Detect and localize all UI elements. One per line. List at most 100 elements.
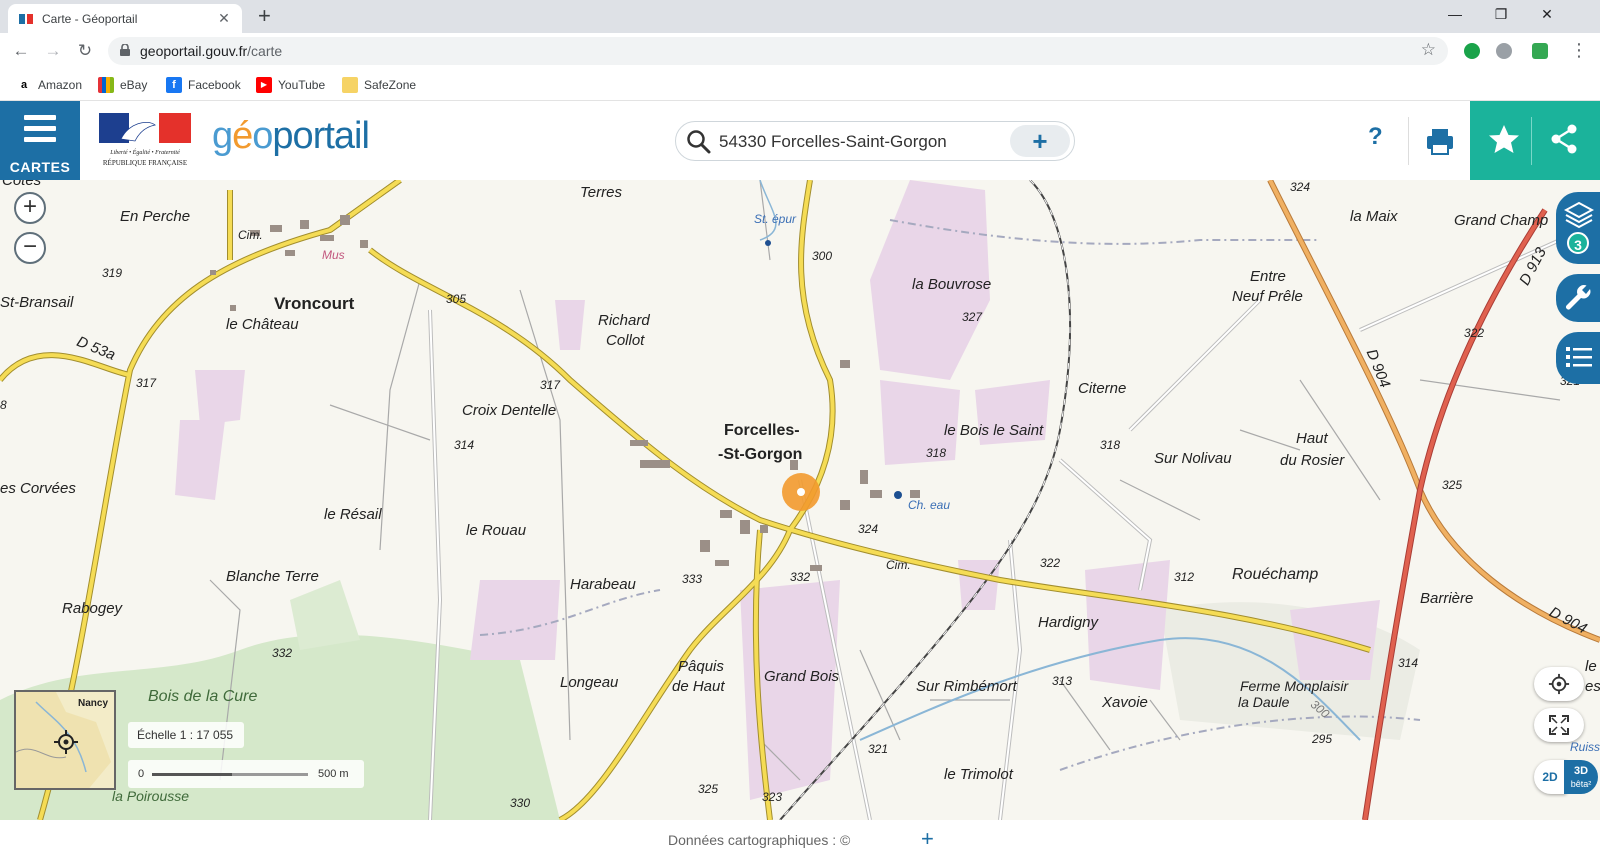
minimap-city-label: Nancy — [78, 698, 109, 709]
zoom-in-button[interactable]: + — [14, 192, 46, 224]
map-label: es Corvées — [0, 480, 76, 497]
cartes-menu-button[interactable]: CARTES — [0, 101, 80, 180]
tools-button[interactable] — [1556, 274, 1600, 322]
map-label: Barrière — [1420, 590, 1474, 607]
layers-tool-button[interactable]: 3 — [1556, 192, 1600, 264]
map-label: -St-Gorgon — [718, 446, 803, 463]
extension-shield-icon[interactable] — [1532, 43, 1548, 59]
bookmark-amazon[interactable]: a Amazon — [16, 76, 82, 94]
scale-bar-end: 500 m — [318, 768, 349, 780]
extension-ad-icon[interactable] — [1464, 43, 1480, 59]
map-label: Hardigny — [1038, 614, 1099, 631]
map-label: Ruiss — [1570, 740, 1600, 754]
search-advanced-button[interactable]: + — [1010, 125, 1070, 157]
map-label: Croix Dentelle — [462, 402, 557, 419]
search-input[interactable]: 54330 Forcelles-Saint-Gorgon — [719, 132, 947, 152]
svg-text:Liberté • Égalité • Fraternité: Liberté • Égalité • Fraternité — [109, 148, 180, 156]
bookmark-safezone[interactable]: SafeZone — [342, 76, 416, 94]
view-3d-button[interactable]: 3D bêta² — [1564, 760, 1598, 794]
map-label: 332 — [790, 570, 811, 584]
geoportail-favicon-icon — [19, 13, 33, 24]
new-tab-button[interactable]: + — [258, 4, 271, 28]
map-label: Entre — [1250, 268, 1286, 285]
fullscreen-icon — [1549, 715, 1569, 735]
map-label: es — [1585, 678, 1600, 695]
map-canvas[interactable]: Terres St. épur 300 324 la Maix Grand Ch… — [0, 180, 1600, 820]
bookmark-label: Facebook — [188, 78, 241, 92]
window-maximize-button[interactable]: ❐ — [1478, 6, 1524, 23]
fullscreen-button[interactable] — [1534, 708, 1584, 742]
url-text: geoportail.gouv.fr/carte — [140, 43, 282, 59]
folder-icon — [342, 77, 358, 93]
share-icon[interactable] — [1544, 119, 1584, 159]
map-label: 314 — [1398, 656, 1419, 670]
url-bar[interactable]: geoportail.gouv.fr/carte ☆ — [108, 37, 1448, 65]
logo-portail-part: portail — [272, 115, 369, 157]
location-marker[interactable] — [782, 473, 820, 511]
map-label: 312 — [1174, 570, 1195, 584]
reload-button[interactable]: ↻ — [74, 40, 96, 62]
help-button[interactable]: ? — [1368, 123, 1383, 151]
map-label: du Rosier — [1280, 452, 1345, 469]
url-domain: geoportail.gouv.fr — [140, 43, 248, 59]
search-bar[interactable]: 54330 Forcelles-Saint-Gorgon + — [675, 121, 1075, 161]
map-label: Vroncourt — [274, 294, 355, 313]
map-label: 332 — [272, 646, 293, 660]
window-minimize-button[interactable]: — — [1432, 6, 1478, 22]
map-label: Xavoie — [1102, 694, 1148, 711]
browser-tab[interactable]: Carte - Géoportail ✕ — [8, 4, 242, 33]
map-label: 8 — [0, 398, 7, 412]
map-label: 321 — [868, 742, 889, 756]
map-label: Grand Bois — [764, 668, 840, 685]
bookmark-facebook[interactable]: f Facebook — [166, 76, 241, 94]
view-3d-beta-label: bêta² — [1570, 779, 1592, 789]
geolocate-button[interactable] — [1534, 667, 1584, 701]
overview-minimap[interactable]: Nancy — [14, 690, 116, 790]
bookmark-ebay[interactable]: eBay — [98, 76, 147, 94]
map-label: 317 — [540, 378, 561, 392]
legend-list-button[interactable] — [1556, 332, 1600, 384]
map-label: 323 — [762, 790, 783, 804]
forward-button[interactable]: → — [42, 40, 64, 62]
tab-close-icon[interactable]: ✕ — [216, 10, 232, 27]
map-label: Rouéchamp — [1232, 566, 1319, 583]
map-label: St. épur — [754, 212, 797, 226]
view-mode-toggle[interactable]: 2D 3D bêta² — [1534, 760, 1598, 794]
map-label: Blanche Terre — [226, 568, 319, 585]
window-close-button[interactable]: ✕ — [1524, 6, 1570, 23]
scale-bar-line-dark — [152, 773, 232, 776]
geoportail-logo[interactable]: géoportail — [212, 115, 370, 158]
map-label: 319 — [102, 266, 123, 280]
browser-menu-icon[interactable]: ⋮ — [1570, 40, 1588, 61]
logo-geo-part: géo — [212, 115, 273, 157]
bookmark-label: eBay — [120, 78, 148, 92]
target-locate-icon — [54, 730, 78, 754]
back-button[interactable]: ← — [10, 40, 32, 62]
extension-drive-icon[interactable] — [1496, 43, 1512, 59]
zoom-out-button[interactable]: − — [14, 232, 46, 264]
cartes-label: CARTES — [9, 159, 71, 175]
map-label: Cim. — [886, 558, 911, 572]
map-label: 333 — [682, 572, 703, 586]
print-icon[interactable] — [1420, 121, 1460, 161]
map-label: Citerne — [1078, 380, 1127, 397]
map-label: 305 — [446, 292, 467, 306]
star-favorite-icon[interactable] — [1484, 119, 1524, 159]
crosshair-icon — [1548, 673, 1570, 695]
search-icon[interactable] — [686, 129, 712, 155]
scale-bar-start: 0 — [138, 768, 145, 780]
map-label: 324 — [858, 522, 879, 536]
bookmark-star-icon[interactable]: ☆ — [1421, 40, 1436, 60]
map-label: 300 — [812, 249, 833, 263]
bookmark-youtube[interactable]: ▶ YouTube — [256, 76, 325, 94]
layers-icon — [1564, 201, 1594, 229]
map-label: le Rouau — [466, 522, 527, 539]
map-label: Forcelles- — [724, 422, 800, 439]
map-label: 327 — [962, 310, 983, 324]
map-label: 295 — [1312, 732, 1333, 746]
map-label: le Château — [226, 316, 299, 333]
view-2d-button[interactable]: 2D — [1534, 760, 1566, 794]
map-label: Cim. — [238, 228, 263, 242]
map-label: Côtes — [2, 180, 42, 189]
attribution-expand-button[interactable]: + — [921, 826, 934, 852]
